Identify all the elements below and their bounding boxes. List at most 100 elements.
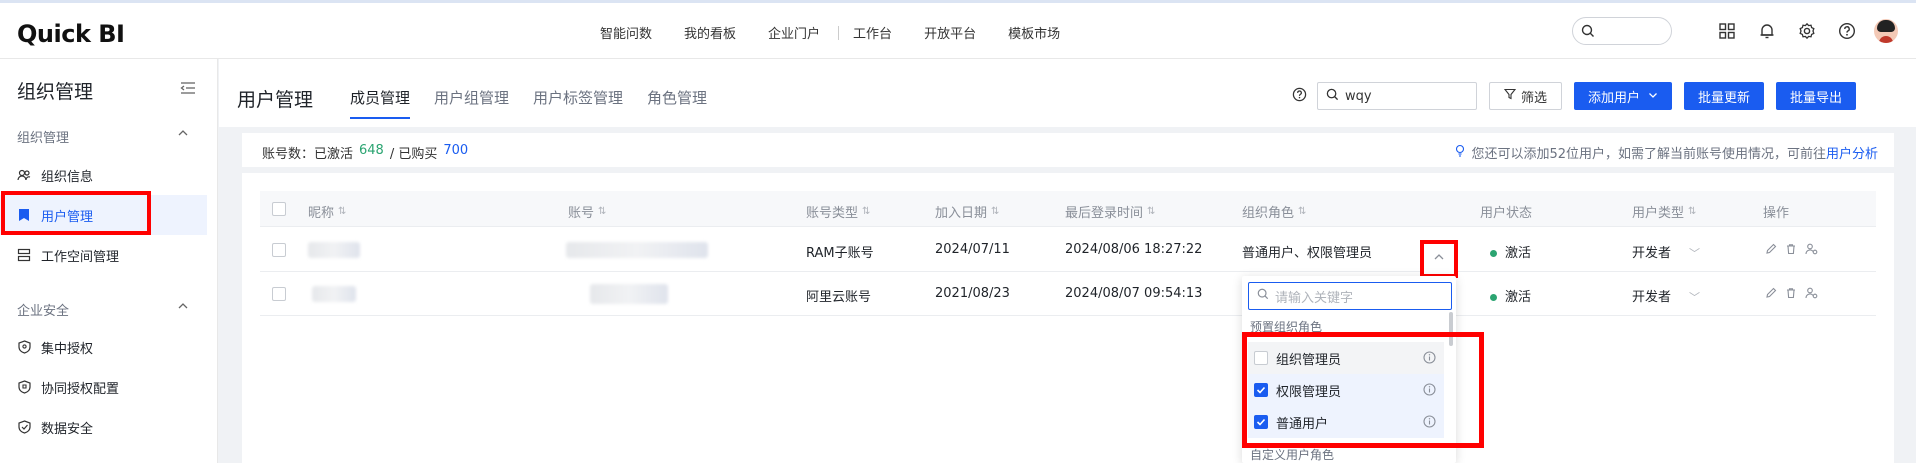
role-checkbox[interactable]: [1254, 383, 1268, 397]
add-user-button[interactable]: 添加用户: [1574, 82, 1673, 110]
role-option-permission-admin[interactable]: 权限管理员: [1248, 374, 1444, 406]
user-avatar[interactable]: [1874, 19, 1898, 43]
sidebar-item-data-security[interactable]: 数据安全: [0, 407, 207, 447]
dropdown-group-preset: 预置组织角色: [1250, 320, 1323, 334]
role-option-label: 权限管理员: [1276, 384, 1342, 400]
batch-update-button[interactable]: 批量更新: [1684, 82, 1765, 110]
user-settings-icon[interactable]: [1805, 243, 1818, 259]
sidebar-item-label: 协同授权配置: [41, 381, 120, 397]
status-label: 激活: [1505, 246, 1532, 261]
delete-icon[interactable]: [1785, 287, 1797, 303]
col-account[interactable]: 账号 ⇅: [568, 202, 606, 221]
account-count: 账号数：已激活 648 / 已购买 700: [262, 143, 468, 162]
user-settings-icon[interactable]: [1805, 287, 1818, 303]
topnav-smart-query[interactable]: 智能问数: [600, 23, 652, 42]
info-icon[interactable]: [1423, 415, 1436, 432]
cell-user-type[interactable]: 开发者 ﹀: [1632, 286, 1700, 305]
blurred-account: [590, 284, 668, 304]
tab-user-groups[interactable]: 用户组管理: [434, 87, 509, 119]
chevron-up-icon: [1433, 251, 1445, 267]
activated-count: 648: [359, 143, 384, 158]
sidebar-item-user-management[interactable]: 用户管理: [0, 195, 207, 235]
topnav-enterprise-portal[interactable]: 企业门户: [768, 23, 820, 42]
row-checkbox[interactable]: [272, 287, 286, 301]
cell-user-type[interactable]: 开发者 ﹀: [1632, 242, 1700, 261]
search-icon: [1257, 288, 1269, 304]
sidebar-group-security[interactable]: 企业安全: [17, 300, 188, 319]
delete-icon[interactable]: [1785, 243, 1797, 259]
sidebar: 组织管理 组织管理 组织信息 用户管理 工作空间管理 企业安全 集中授权 协同授…: [0, 59, 218, 463]
col-last-login[interactable]: 最后登录时间 ⇅: [1065, 202, 1155, 221]
role-option-org-admin[interactable]: 组织管理员: [1248, 342, 1444, 374]
role-checkbox[interactable]: [1254, 351, 1268, 365]
users-icon: [17, 168, 31, 182]
role-dropdown: 请输入关键字 预置组织角色 组织管理员 权限管理员 普通用户 自定义用户角色: [1242, 276, 1456, 463]
sidebar-group-org[interactable]: 组织管理: [17, 127, 188, 146]
info-icon[interactable]: [1423, 383, 1436, 400]
role-dropdown-toggle[interactable]: [1420, 240, 1458, 278]
edit-icon[interactable]: [1765, 243, 1777, 259]
tab-roles[interactable]: 角色管理: [647, 87, 707, 119]
sidebar-item-org-info[interactable]: 组织信息: [0, 155, 207, 195]
sidebar-item-label: 集中授权: [41, 341, 94, 357]
info-icon[interactable]: [1423, 351, 1436, 368]
col-org-role[interactable]: 组织角色 ⇅: [1242, 202, 1306, 221]
apps-grid-icon[interactable]: [1716, 20, 1738, 42]
table-row[interactable]: 阿里云账号 2021/08/23 2024/08/07 09:54:13 激活 …: [260, 272, 1876, 316]
search-icon: [1581, 24, 1595, 42]
col-nickname[interactable]: 昵称 ⇅: [308, 202, 346, 221]
chevron-up-icon[interactable]: [177, 127, 189, 143]
purchased-count: 700: [443, 143, 469, 158]
sidebar-item-central-auth[interactable]: 集中授权: [0, 327, 207, 367]
account-info-bar: 账号数：已激活 648 / 已购买 700 您还可以添加52位用户，如需了解当前…: [242, 133, 1894, 167]
role-option-normal-user[interactable]: 普通用户: [1248, 406, 1444, 438]
topnav-open-platform[interactable]: 开放平台: [924, 23, 976, 42]
help-circle-icon[interactable]: [1836, 20, 1858, 42]
select-all-checkbox[interactable]: [272, 202, 286, 216]
topnav-my-dashboards[interactable]: 我的看板: [684, 23, 736, 42]
bell-icon[interactable]: [1756, 20, 1778, 42]
sidebar-group-label: 企业安全: [17, 304, 70, 319]
chevron-down-icon: ﹀: [1689, 247, 1701, 260]
sort-icon: ⇅: [1298, 206, 1307, 217]
sort-icon: ⇅: [598, 206, 607, 217]
row-checkbox[interactable]: [272, 243, 286, 257]
role-search-input[interactable]: 请输入关键字: [1248, 282, 1452, 310]
topnav-template-market[interactable]: 模板市场: [1008, 23, 1060, 42]
members-table: 昵称 ⇅ 账号 ⇅ 账号类型 ⇅ 加入日期 ⇅ 最后登录时间 ⇅ 组织角色 ⇅ 用户状态 用…: [242, 173, 1894, 463]
user-analysis-link[interactable]: 用户分析: [1826, 143, 1878, 162]
user-type-value: 开发者: [1632, 246, 1672, 261]
chevron-up-icon[interactable]: [177, 300, 189, 316]
col-join-date[interactable]: 加入日期 ⇅: [935, 202, 999, 221]
layers-icon: [17, 248, 31, 262]
sidebar-item-workspace-management[interactable]: 工作空间管理: [0, 235, 207, 275]
filter-button[interactable]: 筛选: [1489, 82, 1563, 110]
tab-members[interactable]: 成员管理: [350, 87, 411, 119]
help-circle-icon[interactable]: [1292, 87, 1307, 106]
col-label: 用户类型: [1632, 206, 1685, 221]
bookmark-icon: [17, 208, 31, 222]
dropdown-scrollbar[interactable]: [1449, 312, 1453, 346]
table-row[interactable]: RAM子账号 2024/07/11 2024/08/06 18:27:22 普通…: [260, 228, 1876, 272]
col-user-type[interactable]: 用户类型 ⇅: [1632, 202, 1696, 221]
gear-icon[interactable]: [1796, 20, 1818, 42]
cell-last-login: 2024/08/07 09:54:13: [1065, 286, 1203, 301]
sidebar-item-collab-auth[interactable]: 协同授权配置: [0, 367, 207, 407]
user-search-input[interactable]: wqy: [1317, 82, 1477, 110]
account-count-prefix: 账号数：已激活: [262, 147, 354, 162]
page-header: 用户管理 成员管理 用户组管理 用户标签管理 角色管理 wqy 筛选 添加用户: [219, 59, 1916, 127]
cell-user-status: 激活: [1490, 242, 1531, 261]
tab-user-tags[interactable]: 用户标签管理: [533, 87, 623, 119]
cell-org-role[interactable]: 普通用户、权限管理员: [1242, 242, 1372, 261]
cell-join-date: 2024/07/11: [935, 242, 1010, 257]
global-search-input[interactable]: [1572, 17, 1672, 45]
row-actions: [1765, 287, 1826, 303]
batch-export-button[interactable]: 批量导出: [1776, 82, 1857, 110]
topnav-workbench[interactable]: 工作台: [853, 23, 892, 42]
sidebar-collapse-icon[interactable]: [180, 81, 196, 99]
edit-icon[interactable]: [1765, 287, 1777, 303]
col-account-type[interactable]: 账号类型 ⇅: [806, 202, 870, 221]
role-checkbox[interactable]: [1254, 415, 1268, 429]
cell-last-login: 2024/08/06 18:27:22: [1065, 242, 1203, 257]
app-logo[interactable]: Quick BI: [17, 20, 125, 48]
